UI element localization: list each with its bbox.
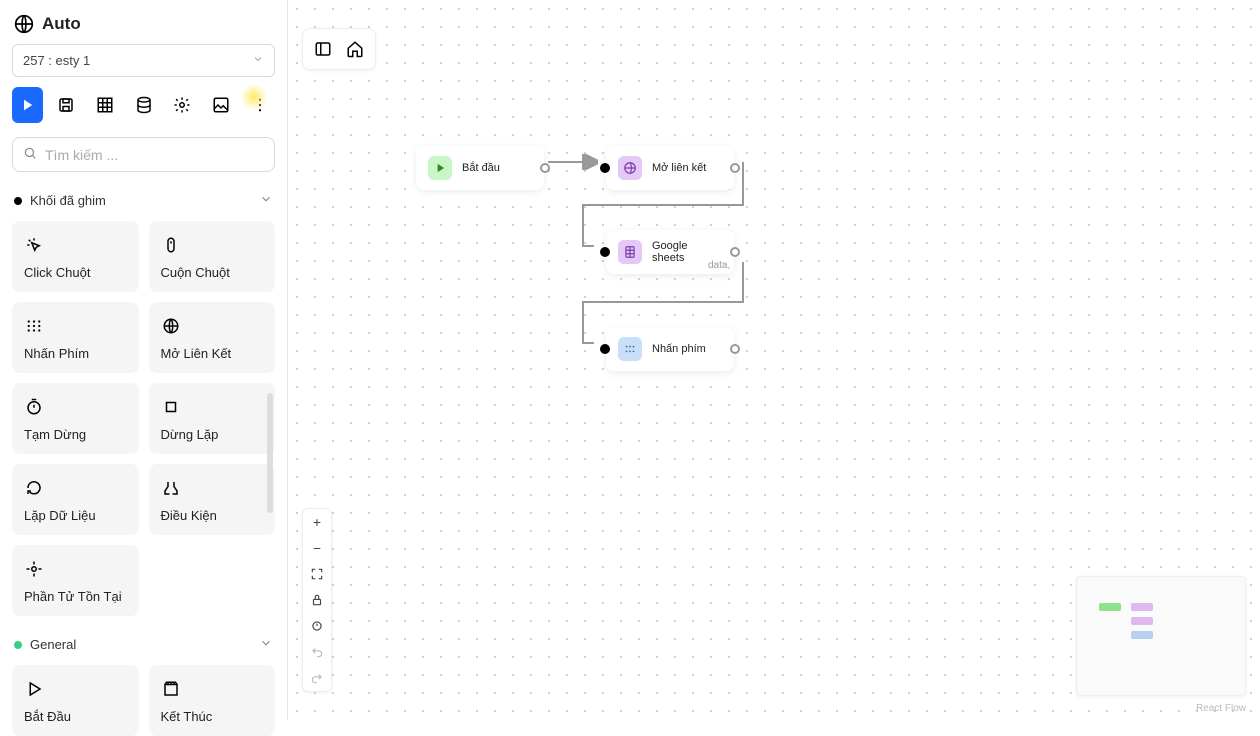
loop-icon: [24, 478, 44, 498]
group-pinned-label: Khối đã ghim: [30, 193, 106, 208]
pinned-blocks-grid: Click Chuột Cuộn Chuột Nhấn Phím Mở Liên…: [12, 221, 275, 616]
condition-icon: [161, 478, 181, 498]
minimap-node: [1099, 603, 1121, 611]
sidebar: Auto 257 : esty 1: [0, 0, 288, 720]
keyboard-icon: [618, 337, 642, 361]
general-blocks-grid: Bắt Đầu Kết Thúc: [12, 665, 275, 736]
more-button[interactable]: [244, 87, 275, 123]
block-dieu-kien[interactable]: Điều Kiện: [149, 464, 276, 535]
zoom-out-button[interactable]: −: [303, 535, 331, 561]
dot-icon: [14, 197, 22, 205]
group-general-label: General: [30, 637, 76, 652]
block-bat-dau[interactable]: Bắt Đầu: [12, 665, 139, 736]
redo-button[interactable]: [303, 665, 331, 691]
input-port[interactable]: [600, 163, 610, 173]
block-label: Click Chuột: [24, 265, 127, 280]
node-start[interactable]: Bắt đầu: [416, 146, 544, 190]
play-icon: [428, 156, 452, 180]
block-label: Mở Liên Kết: [161, 346, 264, 361]
toggle-sidebar-button[interactable]: [309, 35, 337, 63]
block-label: Nhấn Phím: [24, 346, 127, 361]
block-label: Lặp Dữ Liệu: [24, 508, 127, 523]
database-button[interactable]: [128, 87, 159, 123]
end-icon: [161, 679, 181, 699]
group-general[interactable]: General: [12, 632, 275, 657]
zoom-in-button[interactable]: +: [303, 509, 331, 535]
sidebar-header: Auto: [12, 10, 275, 44]
globe-icon: [618, 156, 642, 180]
output-port[interactable]: [730, 247, 740, 257]
keyboard-icon: [24, 316, 44, 336]
stop-icon: [161, 397, 181, 417]
save-button[interactable]: [51, 87, 82, 123]
group-pinned[interactable]: Khối đã ghim: [12, 188, 275, 213]
play-icon: [24, 679, 44, 699]
react-flow-attribution: React Flow: [1196, 703, 1246, 714]
canvas-topbar: [302, 28, 376, 70]
project-select[interactable]: 257 : esty 1: [12, 44, 275, 77]
block-mo-lien-ket[interactable]: Mở Liên Kết: [149, 302, 276, 373]
block-nhan-phim[interactable]: Nhấn Phím: [12, 302, 139, 373]
search-icon: [23, 146, 37, 163]
minimap[interactable]: [1076, 576, 1246, 696]
timer-icon: [24, 397, 44, 417]
app-title: Auto: [42, 14, 81, 34]
scroll-icon: [161, 235, 181, 255]
node-label: Nhấn phím: [652, 343, 706, 355]
fit-view-button[interactable]: [303, 561, 331, 587]
search-input[interactable]: [45, 147, 264, 163]
click-icon: [24, 235, 44, 255]
flow-canvas[interactable]: Bắt đầu Mở liên kết Google sheets data, …: [288, 0, 1260, 720]
search-box[interactable]: [12, 137, 275, 172]
block-ket-thuc[interactable]: Kết Thúc: [149, 665, 276, 736]
sheets-icon: [618, 240, 642, 264]
block-label: Phần Tử Tồn Tại: [24, 589, 127, 604]
block-dung-lap[interactable]: Dừng Lặp: [149, 383, 276, 454]
block-click-chuot[interactable]: Click Chuột: [12, 221, 139, 292]
node-label: Bắt đầu: [462, 162, 500, 174]
table-button[interactable]: [89, 87, 120, 123]
block-label: Kết Thúc: [161, 709, 264, 724]
block-cuon-chuot[interactable]: Cuộn Chuột: [149, 221, 276, 292]
chevron-down-icon: [259, 636, 273, 653]
undo-button[interactable]: [303, 639, 331, 665]
block-phan-tu-ton-tai[interactable]: Phần Tử Tồn Tại: [12, 545, 139, 616]
block-tam-dung[interactable]: Tạm Dừng: [12, 383, 139, 454]
node-keypress[interactable]: Nhấn phím: [606, 327, 734, 371]
home-button[interactable]: [341, 35, 369, 63]
output-port[interactable]: [730, 344, 740, 354]
node-label: Mở liên kết: [652, 162, 706, 174]
minimap-node: [1131, 617, 1153, 625]
project-select-value: 257 : esty 1: [23, 53, 90, 68]
sidebar-toolbar: [12, 87, 275, 123]
node-sublabel: data,: [708, 260, 730, 271]
block-label: Tạm Dừng: [24, 427, 127, 442]
minimap-node: [1131, 603, 1153, 611]
block-label: Bắt Đầu: [24, 709, 127, 724]
block-label: Cuộn Chuột: [161, 265, 264, 280]
settings-button[interactable]: [167, 87, 198, 123]
input-port[interactable]: [600, 247, 610, 257]
run-button[interactable]: [12, 87, 43, 123]
output-port[interactable]: [730, 163, 740, 173]
block-lap-du-lieu[interactable]: Lặp Dữ Liệu: [12, 464, 139, 535]
scrollbar-thumb[interactable]: [267, 393, 273, 513]
target-icon: [24, 559, 44, 579]
zoom-controls: + −: [302, 508, 332, 692]
block-label: Điều Kiện: [161, 508, 264, 523]
output-port[interactable]: [540, 163, 550, 173]
globe-icon: [161, 316, 181, 336]
chevron-down-icon: [259, 192, 273, 209]
input-port[interactable]: [600, 344, 610, 354]
node-open-link[interactable]: Mở liên kết: [606, 146, 734, 190]
image-button[interactable]: [206, 87, 237, 123]
minimap-node: [1131, 631, 1153, 639]
block-label: Dừng Lặp: [161, 427, 264, 442]
dot-icon: [14, 641, 22, 649]
reset-button[interactable]: [303, 613, 331, 639]
lock-button[interactable]: [303, 587, 331, 613]
globe-icon: [14, 14, 34, 34]
chevron-down-icon: [252, 53, 264, 68]
